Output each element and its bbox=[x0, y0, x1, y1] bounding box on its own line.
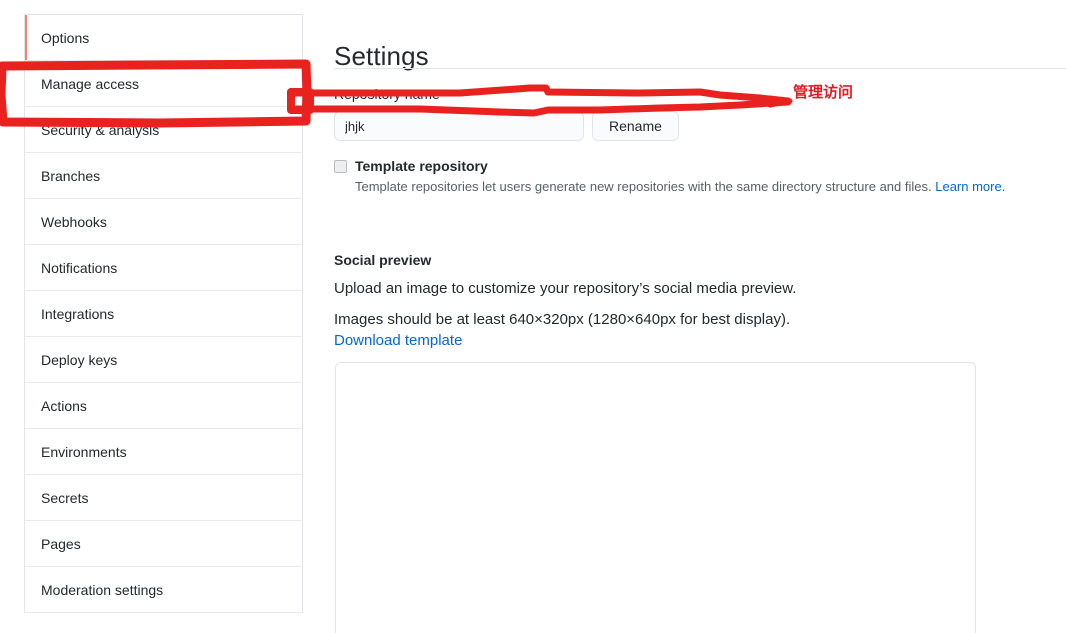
sidebar-item-label: Actions bbox=[41, 398, 87, 414]
social-preview-dropzone[interactable] bbox=[335, 362, 976, 633]
repository-name-input[interactable] bbox=[334, 111, 584, 141]
sidebar-item-moderation-settings[interactable]: Moderation settings bbox=[25, 567, 302, 613]
sidebar-item-label: Notifications bbox=[41, 260, 118, 276]
sidebar-item-label: Secrets bbox=[41, 490, 89, 506]
sidebar-item-actions[interactable]: Actions bbox=[25, 383, 302, 429]
download-template-link[interactable]: Download template bbox=[334, 332, 462, 349]
settings-sidebar: Options Manage access Security & analysi… bbox=[24, 14, 303, 613]
sidebar-item-environments[interactable]: Environments bbox=[25, 429, 302, 475]
social-preview-line1: Upload an image to customize your reposi… bbox=[334, 280, 797, 297]
sidebar-item-options[interactable]: Options bbox=[25, 15, 302, 61]
sidebar-item-deploy-keys[interactable]: Deploy keys bbox=[25, 337, 302, 383]
sidebar-item-notifications[interactable]: Notifications bbox=[25, 245, 302, 291]
sidebar-item-pages[interactable]: Pages bbox=[25, 521, 302, 567]
rename-button[interactable]: Rename bbox=[592, 111, 679, 141]
annotation-label: 管理访问 bbox=[793, 83, 854, 101]
sidebar-item-label: Integrations bbox=[41, 306, 115, 322]
repository-name-label: Repository name bbox=[334, 86, 440, 102]
settings-page: Options Manage access Security & analysi… bbox=[0, 0, 1066, 633]
template-repository-description: Template repositories let users generate… bbox=[355, 179, 1005, 194]
social-preview-line2: Images should be at least 640×320px (128… bbox=[334, 311, 791, 328]
sidebar-item-branches[interactable]: Branches bbox=[25, 153, 302, 199]
template-learn-more-link[interactable]: Learn more. bbox=[935, 179, 1005, 194]
sidebar-item-label: Deploy keys bbox=[41, 352, 118, 368]
sidebar-item-label: Manage access bbox=[41, 76, 140, 92]
sidebar-item-webhooks[interactable]: Webhooks bbox=[25, 199, 302, 245]
sidebar-item-security-analysis[interactable]: Security & analysis bbox=[25, 107, 302, 153]
template-repository-label: Template repository bbox=[355, 158, 488, 174]
sidebar-item-label: Options bbox=[41, 30, 90, 46]
sidebar-item-label: Environments bbox=[41, 444, 127, 460]
sidebar-item-integrations[interactable]: Integrations bbox=[25, 291, 302, 337]
social-preview-download-wrap: Download template bbox=[334, 332, 462, 349]
template-repository-row[interactable]: Template repository bbox=[334, 158, 488, 174]
social-preview-title: Social preview bbox=[334, 252, 432, 268]
sidebar-item-label: Webhooks bbox=[41, 214, 107, 230]
settings-main: Settings Repository name Rename Template… bbox=[334, 0, 1066, 633]
sidebar-item-label: Security & analysis bbox=[41, 122, 160, 138]
sidebar-item-label: Pages bbox=[41, 536, 81, 552]
title-divider bbox=[334, 68, 1066, 69]
sidebar-item-label: Branches bbox=[41, 168, 101, 184]
sidebar-item-manage-access[interactable]: Manage access bbox=[25, 61, 302, 107]
sidebar-item-label: Moderation settings bbox=[41, 582, 164, 598]
template-repository-checkbox[interactable] bbox=[334, 159, 347, 173]
sidebar-item-secrets[interactable]: Secrets bbox=[25, 475, 302, 521]
template-repository-description-text: Template repositories let users generate… bbox=[355, 179, 932, 194]
